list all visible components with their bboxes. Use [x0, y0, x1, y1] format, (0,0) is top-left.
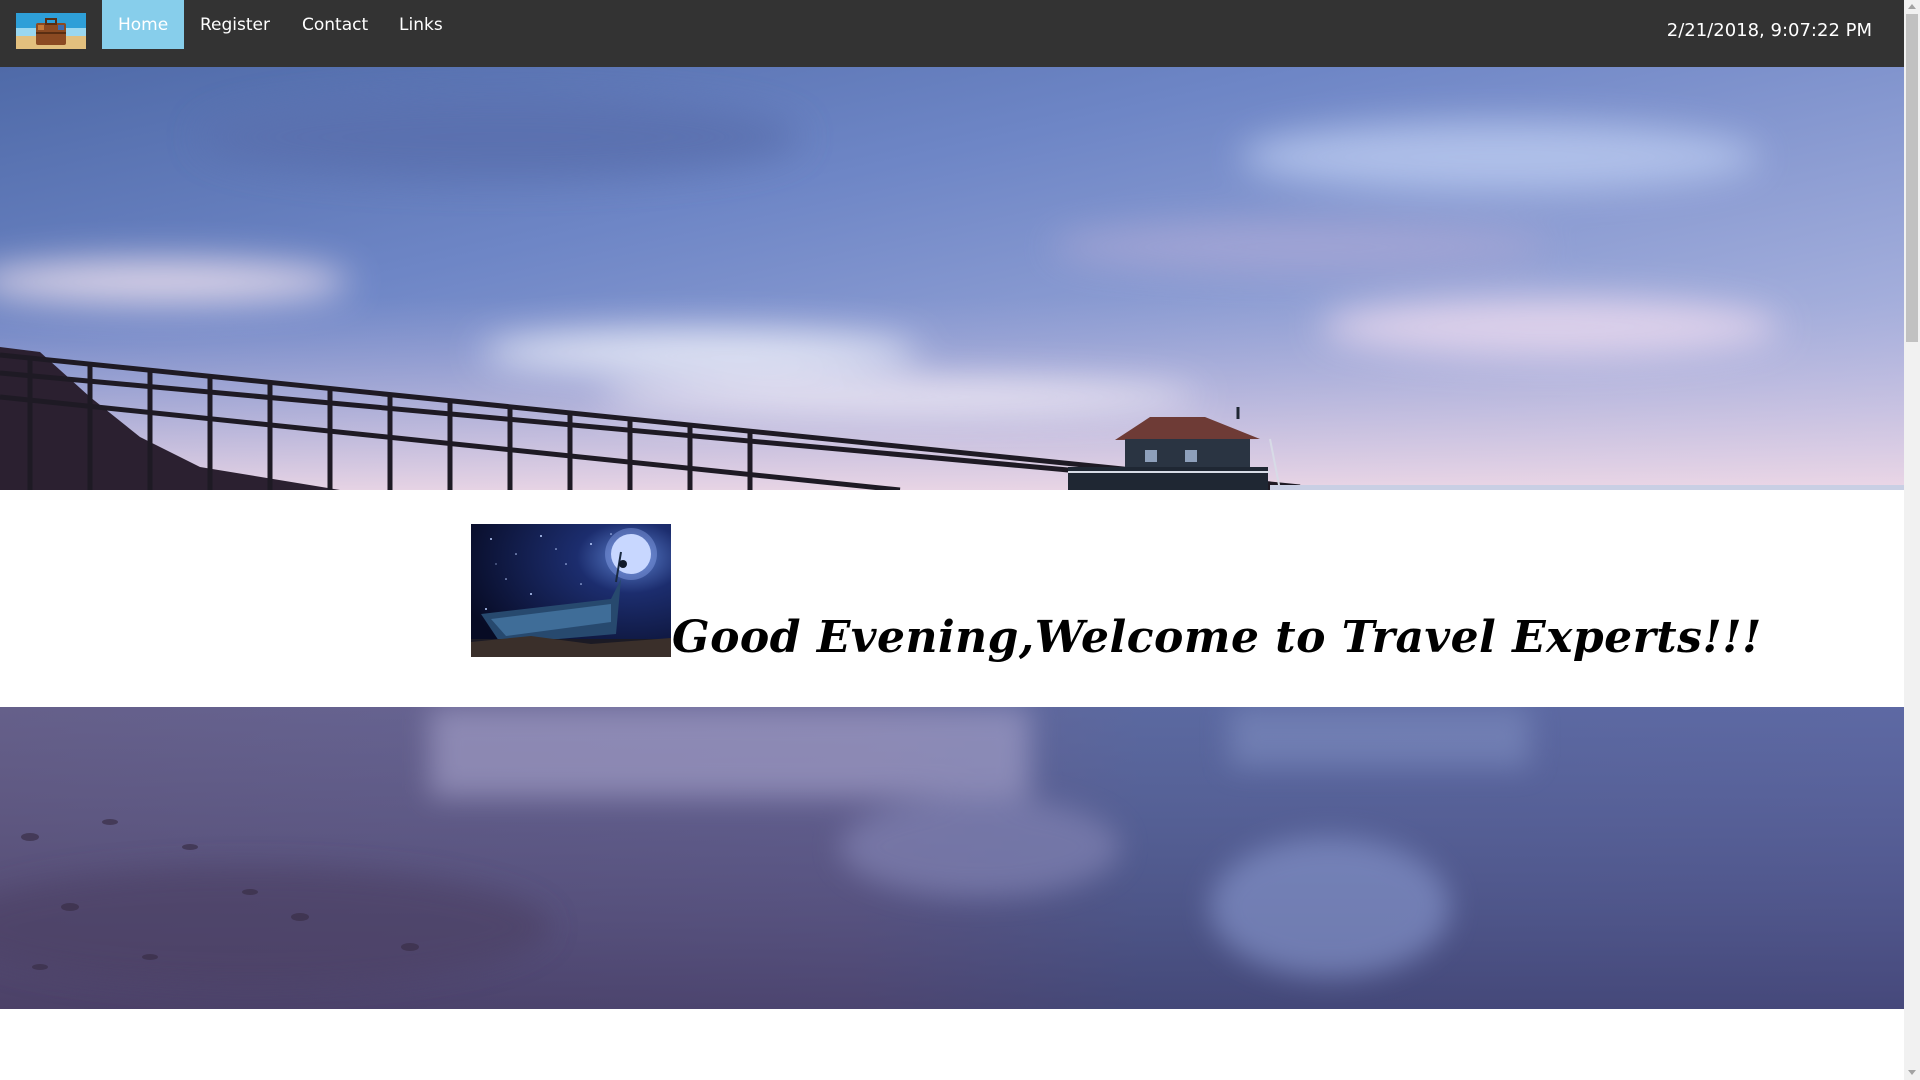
- nav-links-link[interactable]: Links: [399, 0, 443, 49]
- nav-contact-link[interactable]: Contact: [302, 0, 368, 49]
- nav-home-link[interactable]: Home: [102, 0, 185, 49]
- hero-beach-image: [0, 707, 1904, 1009]
- scrollbar-thumb[interactable]: [1906, 14, 1918, 342]
- scroll-up-arrow-icon[interactable]: [1908, 4, 1916, 9]
- vertical-scrollbar[interactable]: [1904, 0, 1920, 1080]
- nav-register-link[interactable]: Register: [200, 0, 270, 49]
- hero-sky-pier-image: [0, 67, 1904, 490]
- scroll-down-arrow-icon[interactable]: [1908, 1070, 1916, 1075]
- top-navbar: Home Register Contact Links 2/21/2018, 9…: [0, 0, 1904, 67]
- page: Home Register Contact Links 2/21/2018, 9…: [0, 0, 1920, 1080]
- welcome-section: Good Evening,Welcome to Travel Experts!!…: [0, 490, 1904, 707]
- suitcase-beach-logo-icon[interactable]: [16, 13, 86, 49]
- current-datetime: 2/21/2018, 9:07:22 PM: [1666, 20, 1872, 41]
- welcome-heading: Good Evening,Welcome to Travel Experts!!…: [672, 612, 1762, 663]
- page-content: Home Register Contact Links 2/21/2018, 9…: [0, 0, 1904, 1080]
- moonlit-boat-image: [471, 524, 671, 657]
